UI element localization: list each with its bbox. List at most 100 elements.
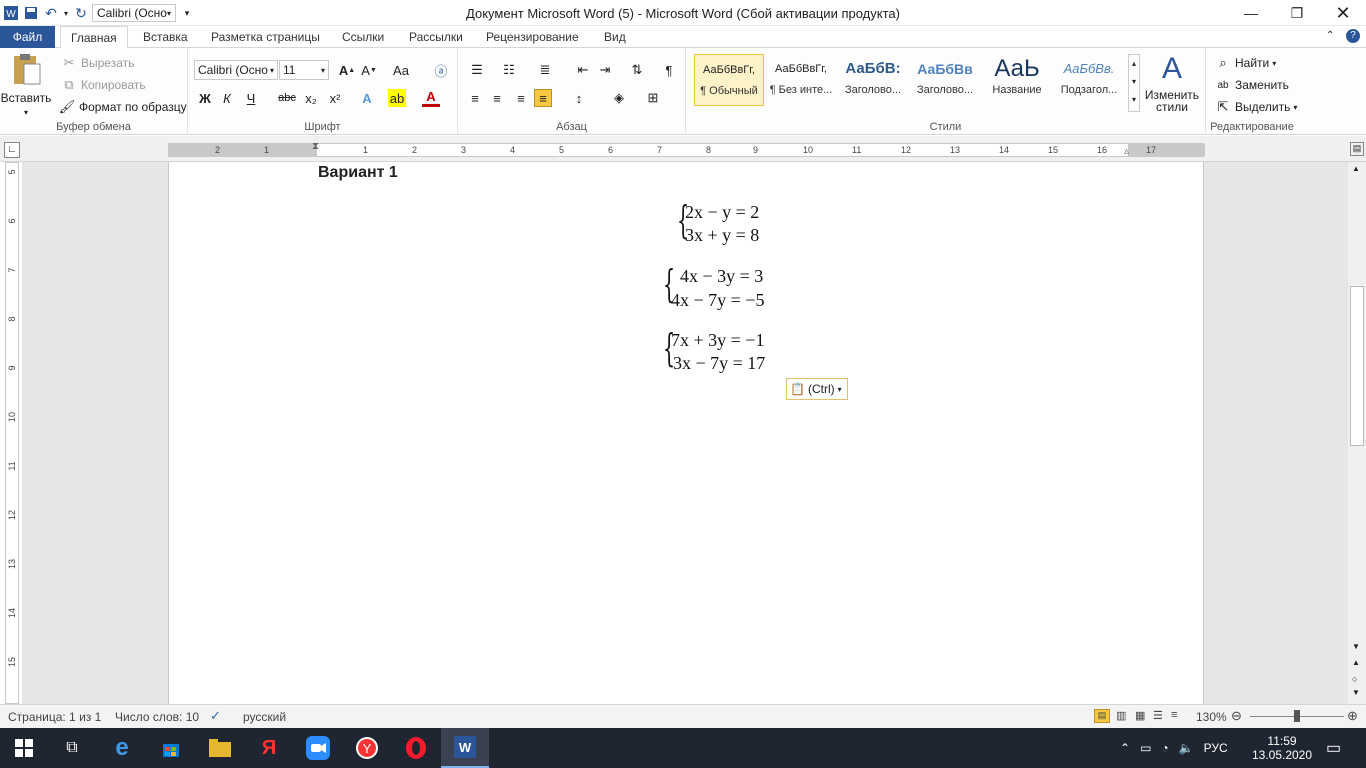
scroll-thumb[interactable] <box>1350 286 1364 446</box>
prev-page-icon[interactable]: ▲ <box>1352 658 1360 667</box>
grow-font-icon[interactable]: A ▲ <box>338 61 356 79</box>
tab-mailings[interactable]: Рассылки <box>399 26 473 48</box>
language[interactable]: русский <box>243 710 286 724</box>
style-subtitle[interactable]: АаБбВв. Подзагол... <box>1054 54 1124 106</box>
collapse-ribbon-icon[interactable]: ⌃ <box>1326 30 1334 41</box>
style-normal[interactable]: АаБбВвГг, ¶ Обычный <box>694 54 764 106</box>
page-count[interactable]: Страница: 1 из 1 <box>8 710 101 724</box>
strikethrough-icon[interactable]: abc <box>278 89 296 107</box>
close-button[interactable]: ✕ <box>1320 0 1366 26</box>
zoom-slider-thumb[interactable] <box>1294 710 1300 722</box>
help-icon[interactable]: ? <box>1346 29 1360 43</box>
change-case-icon[interactable]: Aa <box>392 61 410 79</box>
tab-file[interactable]: Файл <box>0 26 55 48</box>
style-heading-1[interactable]: АаБбВ: Заголово... <box>838 54 908 106</box>
tab-view[interactable]: Вид <box>594 26 636 48</box>
justify-icon[interactable]: ≡ <box>534 89 552 107</box>
zoom-level[interactable]: 130% <box>1196 710 1227 724</box>
edge-icon[interactable]: e <box>98 728 146 768</box>
show-marks-icon[interactable]: ¶ <box>660 61 678 79</box>
styles-scroll[interactable]: ▴ ▾ ▾ <box>1128 54 1140 112</box>
bold-icon[interactable]: Ж <box>196 89 214 107</box>
shrink-font-icon[interactable]: A ▼ <box>360 61 378 79</box>
line-spacing-icon[interactable]: ↕ <box>570 89 588 107</box>
minimize-button[interactable]: — <box>1228 0 1274 26</box>
draft-icon[interactable]: ≡ <box>1171 709 1177 721</box>
tab-references[interactable]: Ссылки <box>332 26 394 48</box>
replace-button[interactable]: ab Заменить <box>1214 76 1289 94</box>
restore-button[interactable]: ❐ <box>1274 0 1320 26</box>
document-page[interactable]: Вариант 1 { 2x − y = 2 3x + y = 8 { 4x −… <box>168 162 1204 704</box>
store-icon[interactable] <box>147 728 195 768</box>
network-icon[interactable]: ◔ <box>1161 741 1168 755</box>
paste-options-button[interactable]: 📋 (Ctrl) ▾ <box>786 378 848 400</box>
italic-icon[interactable]: К <box>218 89 236 107</box>
format-painter-button[interactable]: 🖌 Формат по образцу <box>58 98 187 116</box>
increase-indent-icon[interactable]: ⇥ <box>596 61 614 79</box>
numbering-icon[interactable]: ☷ <box>500 61 518 79</box>
zoom-app-icon[interactable] <box>294 728 342 768</box>
subscript-icon[interactable]: x₂ <box>302 89 320 107</box>
find-button[interactable]: ⌕ Найти ▾ <box>1214 54 1276 72</box>
show-hidden-icons[interactable]: ⌃ <box>1120 741 1130 755</box>
cut-button[interactable]: ✂ Вырезать <box>60 54 135 72</box>
sort-icon[interactable]: ⇅ <box>628 61 646 79</box>
input-language[interactable]: РУС <box>1204 741 1228 755</box>
tab-page-layout[interactable]: Разметка страницы <box>201 26 330 48</box>
notifications-icon[interactable]: ▭ <box>1326 728 1341 768</box>
tab-insert[interactable]: Вставка <box>133 26 198 48</box>
vertical-scrollbar[interactable]: ▲ ▼ ▲ ○ ▼ <box>1348 162 1366 704</box>
select-button[interactable]: ⇱ Выделить ▾ <box>1214 98 1298 116</box>
file-explorer-icon[interactable] <box>196 728 244 768</box>
change-styles-button[interactable]: A Изменить стили <box>1142 52 1202 113</box>
font-size-box[interactable]: 11 ▾ <box>279 60 329 80</box>
right-indent-marker[interactable]: ▵ <box>1124 146 1129 157</box>
superscript-icon[interactable]: x² <box>326 89 344 107</box>
align-left-icon[interactable]: ≡ <box>466 89 484 107</box>
paste-button[interactable]: Вставить ▾ <box>1 52 51 117</box>
tab-home[interactable]: Главная <box>60 26 128 49</box>
indent-marker[interactable]: ⧗ <box>312 141 319 152</box>
borders-icon[interactable]: ⊞ <box>644 89 662 107</box>
align-right-icon[interactable]: ≡ <box>512 89 530 107</box>
align-center-icon[interactable]: ≡ <box>488 89 506 107</box>
tab-selector[interactable]: ∟ <box>4 142 20 158</box>
print-layout-icon[interactable]: ▤ <box>1094 709 1110 723</box>
zoom-out-icon[interactable]: ⊖ <box>1231 708 1242 724</box>
horizontal-ruler[interactable]: 2 1 1 2 3 4 5 6 7 8 9 10 11 12 13 14 15 … <box>168 141 1205 157</box>
battery-icon[interactable]: ▭ <box>1140 741 1151 755</box>
web-layout-icon[interactable]: ▦ <box>1135 709 1145 722</box>
outline-icon[interactable]: ☰ <box>1153 709 1163 722</box>
view-ruler-icon[interactable]: ▤ <box>1350 142 1364 156</box>
bullets-icon[interactable]: ☰ <box>468 61 486 79</box>
clear-formatting-icon[interactable]: ⓐ <box>432 61 450 79</box>
copy-button[interactable]: ⧉ Копировать <box>60 76 145 94</box>
yandex-icon[interactable]: Я <box>245 728 293 768</box>
browse-object-icon[interactable]: ○ <box>1352 674 1357 684</box>
word-taskbar-icon[interactable]: W <box>441 728 489 768</box>
document-heading[interactable]: Вариант 1 <box>318 164 398 182</box>
decrease-indent-icon[interactable]: ⇤ <box>574 61 592 79</box>
scroll-down-icon[interactable]: ▼ <box>1352 642 1360 651</box>
style-no-spacing[interactable]: АаБбВвГг, ¶ Без инте... <box>766 54 836 106</box>
start-button[interactable] <box>0 728 48 768</box>
yandex-browser-icon[interactable]: Y <box>343 728 391 768</box>
zoom-in-icon[interactable]: ⊕ <box>1347 708 1358 724</box>
next-page-icon[interactable]: ▼ <box>1352 688 1360 697</box>
multilevel-list-icon[interactable]: ≣ <box>536 61 554 79</box>
style-heading-2[interactable]: АаБбВв Заголово... <box>910 54 980 106</box>
full-screen-reading-icon[interactable]: ▥ <box>1116 709 1126 722</box>
volume-icon[interactable]: 🔈 <box>1179 741 1194 755</box>
font-color-icon[interactable]: A <box>422 89 440 107</box>
vertical-ruler[interactable]: 5 6 7 8 9 10 11 12 13 14 15 <box>5 162 19 704</box>
style-title[interactable]: АаЬ Название <box>982 54 1052 106</box>
shading-icon[interactable]: ◈ <box>610 89 628 107</box>
highlight-icon[interactable]: ab <box>388 89 406 107</box>
word-count[interactable]: Число слов: 10 <box>115 710 199 724</box>
scroll-up-icon[interactable]: ▲ <box>1352 164 1360 173</box>
task-view-icon[interactable]: ⧉ <box>48 728 96 768</box>
font-name-box[interactable]: Calibri (Осно ▾ <box>194 60 278 80</box>
proofing-icon[interactable]: ✓ <box>210 708 221 724</box>
text-effects-icon[interactable]: A <box>358 89 376 107</box>
underline-icon[interactable]: Ч <box>242 89 260 107</box>
